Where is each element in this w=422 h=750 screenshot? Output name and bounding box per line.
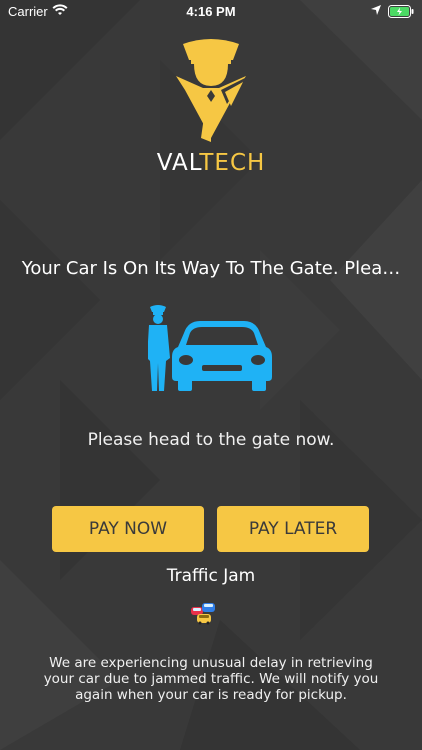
pay-now-button[interactable]: PAY NOW — [52, 506, 204, 552]
instruction-text: Please head to the gate now. — [87, 430, 335, 450]
location-arrow-icon — [371, 5, 381, 15]
status-bar: Carrier 4:16 PM — [0, 0, 422, 24]
valet-with-car-icon — [148, 305, 272, 391]
delay-message: We are experiencing unusual delay in ret… — [43, 655, 379, 703]
brand-name-part1: VAL — [156, 150, 200, 176]
valet-logo-icon — [176, 39, 246, 142]
battery-icon — [388, 5, 414, 18]
clock: 4:16 PM — [186, 4, 236, 19]
pay-later-button[interactable]: PAY LATER — [217, 506, 369, 552]
brand-wordmark: VALTECH — [0, 150, 422, 176]
traffic-title: Traffic Jam — [166, 566, 256, 586]
traffic-jam-icon — [191, 603, 215, 625]
status-headline: Your Car Is On Its Way To The Gate. Plea… — [21, 258, 401, 279]
brand-name-part2: TECH — [199, 150, 266, 176]
